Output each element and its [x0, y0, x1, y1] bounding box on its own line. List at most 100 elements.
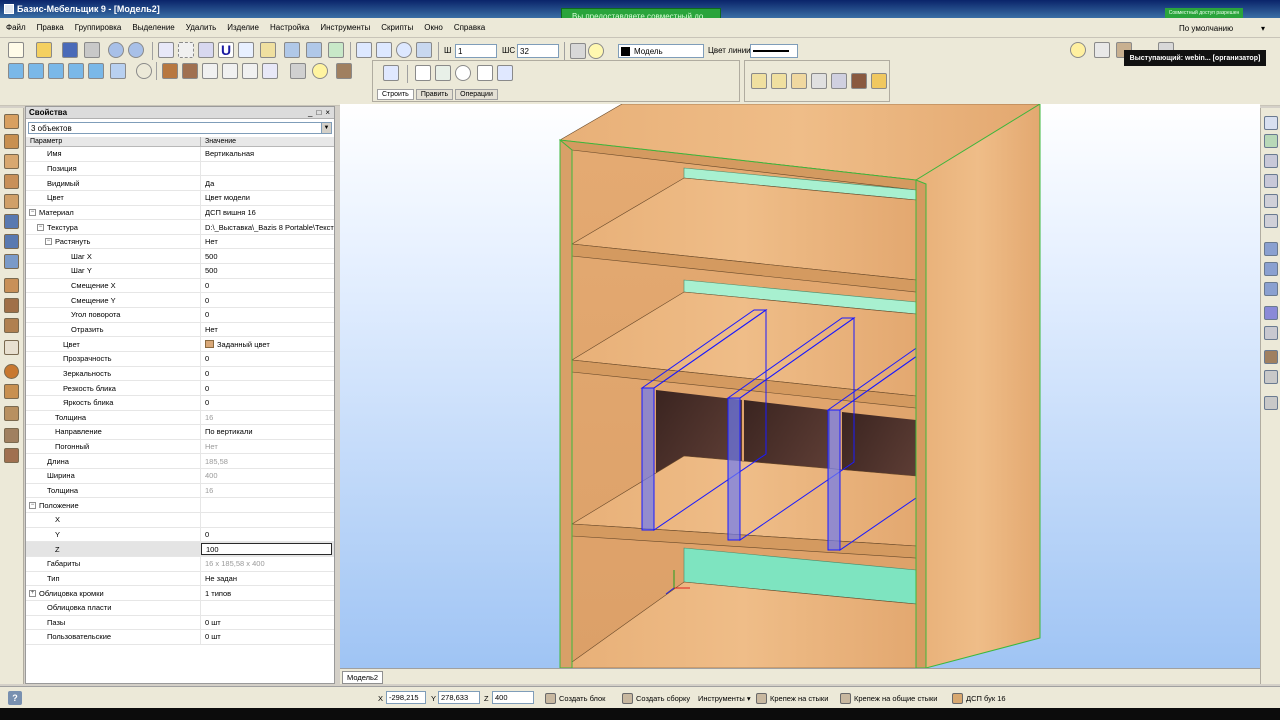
minimize-icon[interactable]: _ [308, 108, 312, 117]
build-polyline-icon[interactable] [435, 65, 451, 81]
frontal-panel-icon[interactable] [4, 174, 19, 189]
collapse-icon[interactable]: − [37, 223, 44, 231]
property-row[interactable]: Угол поворота 0 [26, 308, 334, 323]
property-row[interactable]: + Облицовка кромки 1 типов [26, 586, 334, 601]
line-color-select[interactable] [750, 44, 798, 58]
expand-icon[interactable]: + [29, 589, 36, 597]
lightbulb-icon[interactable] [588, 43, 604, 59]
property-row[interactable]: Прозрачность 0 [26, 351, 334, 367]
layers-icon[interactable] [328, 42, 344, 58]
help-button[interactable]: ? [8, 691, 22, 705]
menu-item-10[interactable]: Справка [454, 23, 485, 32]
magnet-snap-icon[interactable]: U [218, 42, 234, 58]
right-tool-10-icon[interactable] [1264, 306, 1278, 320]
property-row[interactable]: Облицовка пласти [26, 600, 334, 616]
collapse-icon[interactable]: − [29, 501, 36, 509]
build-line-icon[interactable] [415, 65, 431, 81]
save-icon[interactable] [62, 42, 78, 58]
view-back-icon[interactable] [28, 63, 44, 79]
zoom-icon[interactable] [396, 42, 412, 58]
property-row[interactable]: Толщина 16 [26, 410, 334, 426]
property-row[interactable]: Пользовательские 0 шт [26, 630, 334, 645]
right-tool-8-icon[interactable] [1264, 262, 1278, 276]
tab-build-0[interactable]: Строить [377, 89, 414, 100]
fasteners-common-joints-button[interactable]: Крепеж на общие стыки [840, 691, 938, 705]
coord-z-field[interactable]: 400 [492, 691, 534, 704]
property-row[interactable]: Смещение Y 0 [26, 293, 334, 309]
refresh-icon[interactable] [136, 63, 152, 79]
right-tool-9-icon[interactable] [1264, 282, 1278, 296]
bulb-icon[interactable] [312, 63, 328, 79]
panel-tool-icon[interactable] [4, 114, 19, 129]
tab-build-2[interactable]: Операции [455, 89, 498, 100]
property-row[interactable]: Видимый Да [26, 176, 334, 191]
property-row[interactable]: Ширина 400 [26, 469, 334, 484]
zoom-window-icon[interactable] [356, 42, 372, 58]
material-box-icon[interactable] [336, 63, 352, 79]
view-front-icon[interactable] [8, 63, 24, 79]
light-icon[interactable] [1070, 42, 1086, 58]
property-row[interactable]: Z 100 [26, 542, 334, 557]
zoom-text-icon[interactable] [416, 42, 432, 58]
menu-item-0[interactable]: Файл [6, 23, 26, 32]
layer-manager-icon[interactable] [570, 43, 586, 59]
view-top-icon[interactable] [88, 63, 104, 79]
horizontal-panel-icon[interactable] [4, 154, 19, 169]
property-row[interactable]: Шаг X 500 [26, 249, 334, 265]
pointer-icon[interactable] [198, 42, 214, 58]
vertical-panel-icon[interactable] [4, 134, 19, 149]
tab-build-1[interactable]: Править [415, 89, 454, 100]
panel-tool-3-icon[interactable] [791, 73, 807, 89]
marquee-select-icon[interactable] [178, 42, 194, 58]
right-tool-5-icon[interactable] [1264, 194, 1278, 208]
zoom-all-icon[interactable] [376, 42, 392, 58]
drawer-icon[interactable] [4, 214, 19, 229]
create-block-button[interactable]: Создать блок [545, 691, 605, 705]
sphere-icon[interactable] [4, 364, 19, 379]
property-row[interactable]: Имя Вертикальная [26, 147, 334, 162]
property-row[interactable]: − Растянуть Нет [26, 234, 334, 250]
profile-icon[interactable] [4, 254, 19, 269]
panel-tool-6-icon[interactable] [851, 73, 867, 89]
property-row[interactable]: Погонный Нет [26, 439, 334, 455]
tools-dropdown-button[interactable]: Инструменты ▾ [698, 691, 751, 705]
create-assembly-button[interactable]: Создать сборку [622, 691, 690, 705]
line-width-field[interactable]: 1 [455, 44, 497, 58]
right-tool-11-icon[interactable] [1264, 326, 1278, 340]
right-tool-14-icon[interactable] [1264, 396, 1278, 410]
menu-item-5[interactable]: Изделие [227, 23, 259, 32]
build-dimension-icon[interactable] [497, 65, 513, 81]
cone-icon[interactable] [4, 384, 19, 399]
tab-model2[interactable]: Модель2 [342, 671, 384, 684]
collapse-icon[interactable]: − [45, 238, 52, 246]
ruler-icon[interactable] [260, 42, 276, 58]
coord-y-field[interactable]: 278,633 [438, 691, 480, 704]
build-polygon-icon[interactable] [477, 65, 493, 81]
grid-panel-icon[interactable] [4, 448, 19, 463]
float-icon[interactable]: □ [316, 108, 321, 117]
property-row[interactable]: Яркость блика 0 [26, 395, 334, 411]
rotate-view-icon[interactable] [306, 42, 322, 58]
right-tool-2-icon[interactable] [1264, 134, 1278, 148]
panel-tool-7-icon[interactable] [871, 73, 887, 89]
camera-icon[interactable] [290, 63, 306, 79]
menu-item-6[interactable]: Настройка [270, 23, 309, 32]
model-viewport[interactable] [340, 104, 1260, 668]
build-circle-icon[interactable] [455, 65, 471, 81]
door-icon[interactable] [4, 298, 19, 313]
property-value-input[interactable]: 100 [201, 543, 332, 556]
view-left-icon[interactable] [48, 63, 64, 79]
property-row[interactable]: Y0 [26, 527, 334, 543]
render-hidden-icon[interactable] [222, 63, 238, 79]
right-tool-13-icon[interactable] [1264, 370, 1278, 384]
view-iso-icon[interactable] [110, 63, 126, 79]
line-step-field[interactable]: 32 [517, 44, 559, 58]
undo-icon[interactable] [108, 42, 124, 58]
property-row[interactable]: X [26, 513, 334, 528]
panel-tool-5-icon[interactable] [831, 73, 847, 89]
line-tool-icon[interactable] [238, 42, 254, 58]
property-row[interactable]: Отразить Нет [26, 322, 334, 338]
render-solid-icon[interactable] [162, 63, 178, 79]
bend-icon[interactable] [4, 318, 19, 333]
fastener-icon[interactable] [4, 340, 19, 355]
